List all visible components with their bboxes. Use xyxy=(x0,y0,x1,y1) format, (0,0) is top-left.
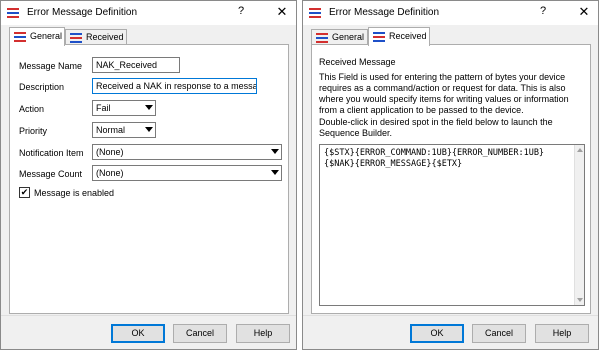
error-message-definition-dialog-received: Error Message Definition ? ✕ General Rec… xyxy=(302,0,599,350)
action-label: Action xyxy=(19,104,45,114)
tab-general[interactable]: General xyxy=(311,29,368,45)
notification-item-select[interactable]: (None) xyxy=(92,144,282,160)
cancel-button[interactable]: Cancel xyxy=(472,324,526,343)
sequence-builder-hint: Double-click in desired spot in the fiel… xyxy=(319,117,553,138)
tab-received[interactable]: Received xyxy=(65,29,127,45)
message-enabled-checkbox[interactable]: ✔ xyxy=(19,187,30,198)
chevron-down-icon xyxy=(145,127,153,132)
scroll-up-icon[interactable] xyxy=(577,148,583,152)
message-count-value: (None) xyxy=(96,168,124,178)
tab-general-label: General xyxy=(30,31,63,41)
help-button[interactable]: Help xyxy=(535,324,589,343)
dialog-footer: OK Cancel Help xyxy=(1,315,296,349)
chevron-down-icon xyxy=(145,105,153,110)
scroll-down-icon[interactable] xyxy=(577,298,583,302)
general-tab-icon xyxy=(316,33,328,43)
message-definition-icon xyxy=(309,8,321,18)
ok-button[interactable]: OK xyxy=(111,324,165,343)
vertical-scrollbar[interactable] xyxy=(574,145,584,305)
tab-general[interactable]: General xyxy=(9,27,65,46)
ok-button[interactable]: OK xyxy=(410,324,464,343)
received-description: This Field is used for entering the patt… xyxy=(319,72,569,115)
received-sequence-field[interactable]: {$STX}{ERROR_COMMAND:1UB}{ERROR_NUMBER:1… xyxy=(319,144,585,306)
help-icon[interactable]: ? xyxy=(536,5,550,21)
priority-label: Priority xyxy=(19,126,48,136)
chevron-down-icon xyxy=(271,149,279,154)
close-icon[interactable]: ✕ xyxy=(274,4,290,20)
message-definition-icon xyxy=(7,8,19,18)
priority-value: Normal xyxy=(96,125,126,135)
priority-select[interactable]: Normal xyxy=(92,122,156,138)
received-tab-icon xyxy=(70,33,82,43)
description-label: Description xyxy=(19,82,65,92)
dialog-title: Error Message Definition xyxy=(27,7,138,18)
message-count-select[interactable]: (None) xyxy=(92,165,282,181)
message-enabled-label: Message is enabled xyxy=(34,188,115,198)
action-value: Fail xyxy=(96,103,111,113)
description-field[interactable]: Received a NAK in response to a message xyxy=(92,78,257,94)
tab-received[interactable]: Received xyxy=(368,27,430,46)
notification-item-label: Notification Item xyxy=(19,148,84,158)
message-count-label: Message Count xyxy=(19,169,83,179)
title-bar[interactable]: Error Message Definition ? ✕ xyxy=(1,1,296,25)
tab-received-label: Received xyxy=(86,32,124,42)
message-name-label: Message Name xyxy=(19,61,83,71)
chevron-down-icon xyxy=(271,170,279,175)
dialog-footer: OK Cancel Help xyxy=(303,315,598,349)
sequence-line: {$NAK}{ERROR_MESSAGE}{$ETX} xyxy=(324,159,463,169)
general-tab-icon xyxy=(14,32,26,42)
tab-received-label: Received xyxy=(389,31,427,41)
tab-general-label: General xyxy=(332,32,365,42)
message-name-field[interactable]: NAK_Received xyxy=(92,57,180,73)
help-button[interactable]: Help xyxy=(236,324,290,343)
close-icon[interactable]: ✕ xyxy=(576,4,592,20)
cancel-button[interactable]: Cancel xyxy=(173,324,227,343)
action-select[interactable]: Fail xyxy=(92,100,156,116)
title-bar[interactable]: Error Message Definition ? ✕ xyxy=(303,1,598,25)
dialog-title: Error Message Definition xyxy=(329,7,440,18)
general-tab-panel: Message Name NAK_Received Description Re… xyxy=(9,44,289,314)
notification-item-value: (None) xyxy=(96,147,124,157)
received-tab-panel: Received Message This Field is used for … xyxy=(311,44,591,314)
help-icon[interactable]: ? xyxy=(234,5,248,21)
sequence-line: {$STX}{ERROR_COMMAND:1UB}{ERROR_NUMBER:1… xyxy=(324,148,545,158)
received-message-heading: Received Message xyxy=(319,57,396,67)
received-tab-icon xyxy=(373,32,385,42)
error-message-definition-dialog-general: Error Message Definition ? ✕ General Rec… xyxy=(0,0,297,350)
